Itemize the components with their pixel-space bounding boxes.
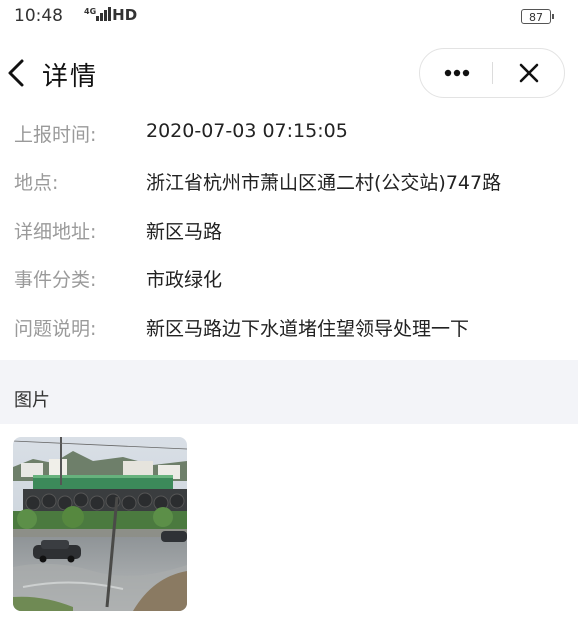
detail-row-location: 地点: 浙江省杭州市萧山区通二村(公交站)747路 (0, 160, 584, 200)
status-bar: 10:48 4G HD 87 (0, 0, 584, 34)
event-photo[interactable] (13, 437, 187, 611)
detail-row-category: 事件分类: 市政绿化 (0, 257, 584, 297)
row-label: 详细地址: (14, 221, 97, 243)
network-type: 4G (84, 7, 97, 16)
more-icon (444, 69, 470, 77)
row-label: 地点: (14, 172, 59, 194)
row-value: 2020-07-03 07:15:05 (146, 120, 348, 142)
battery-level: 87 (529, 11, 543, 24)
row-value: 新区马路 (146, 221, 223, 243)
more-button[interactable] (420, 49, 492, 97)
close-button[interactable] (493, 49, 565, 97)
capsule-menu (419, 48, 565, 98)
row-value: 新区马路边下水道堵住望领导处理一下 (146, 318, 470, 340)
battery-icon: 87 (521, 9, 554, 24)
nav-bar: 详情 (0, 44, 584, 102)
status-time: 10:48 (14, 6, 63, 26)
signal-icon: 4G HD (84, 6, 137, 24)
detail-row-report-time: 上报时间: 2020-07-03 07:15:05 (0, 112, 584, 152)
row-value: 浙江省杭州市萧山区通二村(公交站)747路 (146, 172, 502, 194)
street-photo-image (13, 437, 187, 611)
row-value: 市政绿化 (146, 269, 223, 291)
page-title: 详情 (42, 62, 99, 92)
photos-section-header: 图片 (0, 360, 578, 424)
close-icon (519, 63, 539, 83)
row-label: 上报时间: (14, 124, 97, 146)
row-label: 问题说明: (14, 318, 97, 340)
detail-row-address: 详细地址: 新区马路 (0, 209, 584, 249)
hd-label: HD (112, 6, 138, 24)
section-title: 图片 (14, 390, 50, 411)
signal-bars-icon (96, 7, 112, 21)
back-icon[interactable] (4, 56, 34, 90)
row-label: 事件分类: (14, 269, 97, 291)
detail-row-description: 问题说明: 新区马路边下水道堵住望领导处理一下 (0, 306, 584, 346)
